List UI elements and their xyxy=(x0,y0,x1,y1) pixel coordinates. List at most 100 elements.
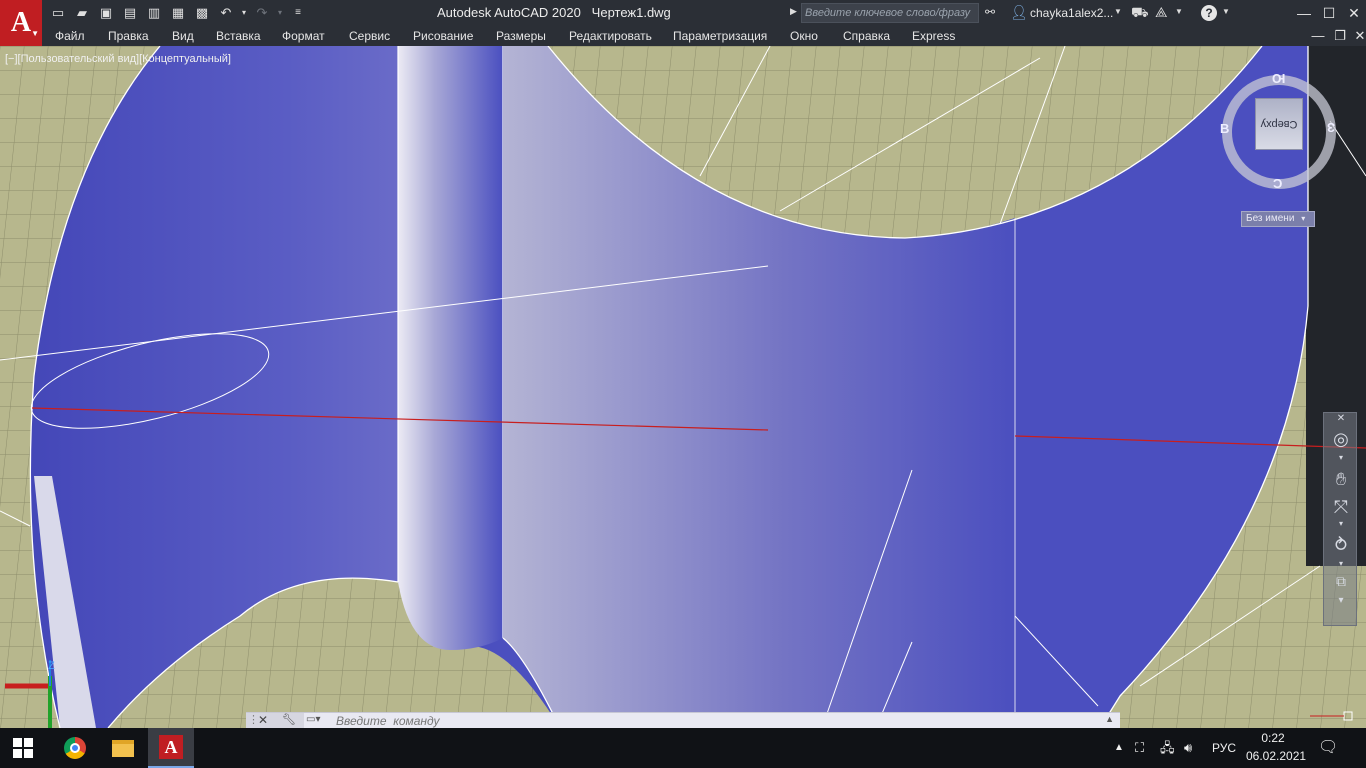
viewcube-face-top[interactable]: Сверху xyxy=(1255,98,1303,150)
menu-modify[interactable]: Редактировать xyxy=(569,29,652,43)
undo-dropdown-icon[interactable]: ▾ xyxy=(240,4,248,22)
tray-language[interactable]: РУС xyxy=(1212,728,1236,768)
compass-east-label[interactable]: В xyxy=(1220,121,1229,136)
menu-draw[interactable]: Рисование xyxy=(413,29,473,43)
chrome-icon xyxy=(64,737,86,759)
app-title: Autodesk AutoCAD 2020 xyxy=(437,5,581,20)
folder-icon xyxy=(112,739,134,757)
recent-commands-icon[interactable]: ▭▾ xyxy=(306,714,320,725)
command-line: ⋮ ✕ 🔧︎ ▭▾ ▲ xyxy=(246,712,1120,729)
viewport-controls-label[interactable]: [−][Пользовательский вид][Концептуальный… xyxy=(5,53,231,65)
ucs-name: Без имени xyxy=(1246,213,1295,224)
user-dropdown-icon[interactable]: ▼ xyxy=(1114,7,1122,16)
open-web-icon[interactable]: ▥ xyxy=(144,4,164,22)
tray-volume-icon[interactable]: 🔊︎ xyxy=(1184,728,1192,768)
command-line-grip[interactable]: ⋮ ✕ 🔧︎ xyxy=(246,713,304,729)
autocad-window: ▭ ▰ ▣ ▤ ▥ ▦ ▩ ↶ ▾ ↷ ▾ ≡ Autodesk AutoCAD… xyxy=(0,0,1366,768)
menu-format[interactable]: Формат xyxy=(282,29,325,43)
command-history-expand-icon[interactable]: ▲ xyxy=(1105,714,1114,724)
doc-restore-button[interactable]: ❐ xyxy=(1330,27,1350,45)
pan-icon[interactable]: ✋︎ xyxy=(1324,469,1358,490)
open-file-icon[interactable]: ▰ xyxy=(72,4,92,22)
document-title: Чертеж1.dwg xyxy=(591,5,671,20)
showmotion-icon[interactable]: ⧉ xyxy=(1324,573,1358,590)
menu-tools[interactable]: Сервис xyxy=(349,29,390,43)
doc-close-button[interactable]: ✕ xyxy=(1350,27,1366,45)
steering-wheel-icon[interactable]: ◎ xyxy=(1324,429,1358,450)
menu-window[interactable]: Окно xyxy=(790,29,818,43)
compass-north-label[interactable]: С xyxy=(1273,176,1282,191)
close-button[interactable]: ✕ xyxy=(1340,2,1366,24)
menu-edit[interactable]: Правка xyxy=(108,29,149,43)
clock-date[interactable]: 06.02.2021 xyxy=(1246,749,1306,763)
taskbar-autocad[interactable]: A xyxy=(148,728,194,768)
print-icon[interactable]: ▩ xyxy=(192,4,212,22)
menu-insert[interactable]: Вставка xyxy=(216,29,261,43)
title-bar: ▭ ▰ ▣ ▤ ▥ ▦ ▩ ↶ ▾ ↷ ▾ ≡ Autodesk AutoCAD… xyxy=(0,0,1366,26)
binoculars-icon[interactable]: ⚯ xyxy=(985,5,995,19)
windows-taskbar: A ▲ ⛶ 🖧︎ 🔊︎ РУС 0:22 06.02.2021 🗨︎ xyxy=(0,728,1366,768)
steering-wheel-dropdown-icon[interactable]: ▾ xyxy=(1324,453,1358,462)
navigation-bar: ✕ ◎ ▾ ✋︎ ⤧ ▾ ⥁ ▾ ⧉ ▾ xyxy=(1323,412,1357,626)
compass-west-label[interactable]: З xyxy=(1327,120,1335,135)
minimize-button[interactable]: — xyxy=(1290,2,1318,24)
model-canvas xyxy=(0,46,1366,728)
command-close-icon[interactable]: ✕ xyxy=(258,713,268,727)
share-icon[interactable]: ⟁ xyxy=(1155,4,1168,21)
clock-time[interactable]: 0:22 xyxy=(1246,731,1300,745)
taskbar-chrome[interactable] xyxy=(52,728,98,768)
help-icon[interactable]: ? xyxy=(1201,5,1217,21)
menu-view[interactable]: Вид xyxy=(172,29,194,43)
orbit-icon[interactable]: ⥁ xyxy=(1324,535,1358,556)
quick-access-toolbar: ▭ ▰ ▣ ▤ ▥ ▦ ▩ ↶ ▾ ↷ ▾ ≡ xyxy=(48,4,312,22)
window-title: Autodesk AutoCAD 2020 Чертеж1.dwg xyxy=(437,5,671,20)
search-expand-icon[interactable]: ▶ xyxy=(790,6,797,17)
taskbar-file-explorer[interactable] xyxy=(100,728,146,768)
orbit-dropdown-icon[interactable]: ▾ xyxy=(1324,559,1358,568)
autocad-taskbar-icon: A xyxy=(159,735,183,759)
share-dropdown-icon[interactable]: ▼ xyxy=(1175,7,1183,16)
user-icon[interactable]: 👤︎ xyxy=(1010,4,1028,21)
save-icon[interactable]: ▣ xyxy=(96,4,116,22)
maximize-button[interactable]: ☐ xyxy=(1315,2,1343,24)
menu-file[interactable]: Файл xyxy=(55,29,85,43)
tray-network-icon[interactable]: 🖧︎ xyxy=(1160,728,1175,768)
command-input[interactable] xyxy=(336,714,836,728)
redo-dropdown-icon[interactable]: ▾ xyxy=(276,4,284,22)
windows-logo-icon xyxy=(13,738,33,758)
tray-network-status-icon[interactable]: ⛶ xyxy=(1135,728,1144,768)
navbar-close-icon[interactable]: ✕ xyxy=(1324,413,1358,424)
start-button[interactable] xyxy=(0,728,46,768)
drawing-viewport[interactable]: [−][Пользовательский вид][Концептуальный… xyxy=(0,46,1366,728)
help-dropdown-icon[interactable]: ▼ xyxy=(1222,7,1230,16)
user-name[interactable]: chayka1alex2... xyxy=(1030,6,1113,20)
redo-icon[interactable]: ↷ xyxy=(252,4,272,22)
undo-icon[interactable]: ↶ xyxy=(216,4,236,22)
new-file-icon[interactable]: ▭ xyxy=(48,4,68,22)
autocad-logo: A xyxy=(10,7,32,38)
application-menu-button[interactable]: A ▼ xyxy=(0,0,42,46)
ucs-dropdown-icon: ▾ xyxy=(1301,214,1306,223)
menu-bar: Файл Правка Вид Вставка Формат Сервис Ри… xyxy=(0,26,1366,46)
menu-help[interactable]: Справка xyxy=(843,29,890,43)
compass-south-label[interactable]: Ю xyxy=(1272,71,1285,86)
doc-minimize-button[interactable]: — xyxy=(1308,27,1328,45)
zoom-dropdown-icon[interactable]: ▾ xyxy=(1324,519,1358,528)
ucs-menu[interactable]: Без имени ▾ xyxy=(1241,211,1315,227)
search-input[interactable]: Введите ключевое слово/фразу xyxy=(801,3,979,23)
cylinder-face xyxy=(398,46,503,650)
menu-express[interactable]: Express xyxy=(912,29,955,43)
cart-icon[interactable]: ⛟ xyxy=(1131,4,1149,23)
customize-wrench-icon[interactable]: 🔧︎ xyxy=(282,713,296,726)
menu-parametric[interactable]: Параметризация xyxy=(673,29,767,43)
zoom-extents-icon[interactable]: ⤧ xyxy=(1324,497,1358,518)
save-web-icon[interactable]: ▦ xyxy=(168,4,188,22)
ucs-z-label: Z xyxy=(48,660,55,672)
navbar-customize-icon[interactable]: ▾ xyxy=(1324,595,1358,606)
notifications-icon[interactable]: 🗨︎ xyxy=(1318,728,1338,768)
customize-qat-icon[interactable]: ≡ xyxy=(288,4,308,22)
viewcube[interactable]: Сверху Ю З С В xyxy=(1219,71,1341,196)
menu-dimension[interactable]: Размеры xyxy=(496,29,546,43)
tray-overflow-icon[interactable]: ▲ xyxy=(1114,728,1124,768)
save-as-icon[interactable]: ▤ xyxy=(120,4,140,22)
